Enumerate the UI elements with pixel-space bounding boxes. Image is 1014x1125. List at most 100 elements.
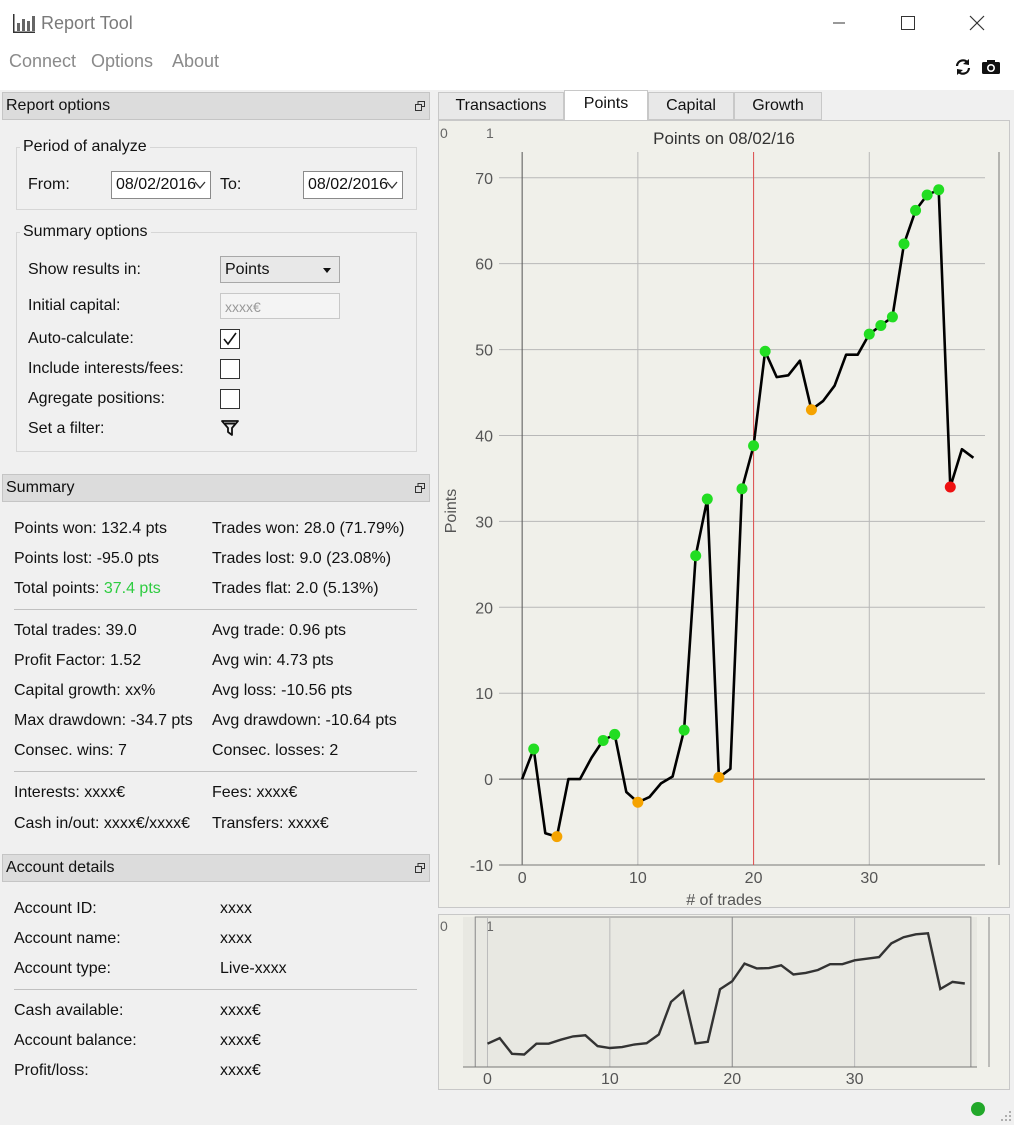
overview-x-tick-label: 0	[483, 1071, 492, 1088]
transfers: Transfers: xxxx€	[212, 815, 329, 832]
account-details-header: Account details	[2, 854, 430, 882]
fees: Fees: xxxx€	[212, 784, 298, 801]
checkmark-icon	[223, 332, 237, 346]
y-tick-label: 70	[475, 171, 493, 188]
cash-available-label: Cash available:	[14, 1002, 124, 1019]
corner-label: 0	[440, 918, 448, 934]
y-tick-label: 30	[475, 514, 493, 531]
include-interests-checkbox[interactable]	[220, 359, 240, 379]
account-type-label: Account type:	[14, 960, 111, 977]
account-id-value: xxxx	[220, 900, 252, 917]
avg-win: Avg win: 4.73 pts	[212, 652, 334, 669]
from-date-value: 08/02/2016	[116, 176, 197, 193]
overview-x-tick-label: 20	[723, 1071, 741, 1088]
overview-x-tick-label: 10	[601, 1071, 619, 1088]
corner-label: 1	[486, 125, 494, 141]
undock-icon[interactable]	[415, 483, 425, 493]
corner-label: 0	[440, 125, 448, 141]
show-results-select[interactable]: Points	[220, 256, 340, 283]
cash-in-out: Cash in/out: xxxx€/xxxx€	[14, 815, 191, 832]
summary-title: Summary	[6, 479, 75, 496]
account-type-value: Live-xxxx	[220, 960, 287, 977]
tab-points[interactable]: Points	[564, 90, 648, 120]
consec-wins: Consec. wins: 7	[14, 742, 127, 759]
divider	[14, 609, 417, 610]
account-name-label: Account name:	[14, 930, 121, 947]
trade-marker-orange	[551, 831, 563, 843]
trades-flat: Trades flat: 2.0 (5.13%)	[212, 580, 379, 597]
trade-marker-orange	[713, 771, 725, 783]
trade-marker-green	[863, 328, 875, 340]
points-lost: Points lost: -95.0 pts	[14, 550, 159, 567]
account-id-label: Account ID:	[14, 900, 97, 917]
include-interests-label: Include interests/fees:	[28, 360, 184, 377]
y-axis-label: Points	[443, 489, 460, 533]
trade-marker-green	[898, 238, 910, 250]
account-balance-value: xxxx€	[220, 1032, 261, 1049]
trade-marker-green	[759, 345, 771, 357]
trade-marker-green	[748, 440, 760, 452]
avg-drawdown: Avg drawdown: -10.64 pts	[212, 712, 397, 729]
points-chart-panel: Points on 08/02/16 0 1 -10 0 10 20 30 40 50 60 70 0 1…	[438, 120, 1010, 909]
refresh-icon[interactable]	[953, 57, 973, 77]
points-chart[interactable]: Points on 08/02/16 0 1 -10 0 10 20 30 40 50 60 70 0 1…	[439, 121, 1009, 909]
trade-marker-green	[886, 311, 898, 323]
avg-trade: Avg trade: 0.96 pts	[212, 622, 347, 639]
tab-transactions[interactable]: Transactions	[438, 92, 564, 120]
tab-capital[interactable]: Capital	[648, 92, 734, 120]
aggregate-positions-checkbox[interactable]	[220, 389, 240, 409]
total-points: Total points: 37.4 pts	[14, 580, 161, 598]
show-results-value: Points	[225, 261, 270, 278]
avg-loss: Avg loss: -10.56 pts	[212, 682, 353, 699]
trade-marker-green	[736, 483, 748, 495]
report-options-title: Report options	[6, 97, 111, 114]
menu-about[interactable]: About	[172, 51, 219, 72]
menu-options[interactable]: Options	[91, 51, 153, 72]
account-balance-label: Account balance:	[14, 1032, 137, 1049]
trades-lost: Trades lost: 9.0 (23.08%)	[212, 550, 392, 567]
overview-x-tick-label: 30	[846, 1071, 864, 1088]
maximize-button[interactable]	[879, 0, 937, 46]
profit-loss-label: Profit/loss:	[14, 1062, 89, 1079]
camera-icon[interactable]	[981, 57, 1001, 77]
report-options-header: Report options	[2, 92, 430, 120]
overview-chart[interactable]: 0 10 10 20 30	[439, 915, 1009, 1089]
profit-factor: Profit Factor: 1.52	[14, 652, 142, 669]
undock-icon[interactable]	[415, 101, 425, 111]
trade-marker-green	[875, 320, 887, 332]
y-tick-label: 60	[475, 257, 493, 274]
auto-calculate-checkbox[interactable]	[220, 329, 240, 349]
from-date-picker[interactable]: 08/02/2016	[111, 171, 211, 199]
y-tick-label: 10	[475, 686, 493, 703]
points-won: Points won: 132.4 pts	[14, 520, 167, 537]
interests: Interests: xxxx€	[14, 784, 126, 801]
funnel-icon[interactable]	[221, 419, 239, 437]
account-name-value: xxxx	[220, 930, 252, 947]
tab-growth[interactable]: Growth	[734, 92, 822, 120]
trade-marker-green	[528, 743, 540, 755]
total-points-label: Total points:	[14, 580, 104, 597]
max-drawdown: Max drawdown: -34.7 pts	[14, 712, 193, 729]
trade-marker-green	[701, 493, 713, 505]
minimize-icon	[833, 22, 845, 24]
y-tick-label: 40	[475, 428, 493, 445]
chevron-down-icon	[194, 181, 206, 190]
divider	[14, 771, 417, 772]
to-date-picker[interactable]: 08/02/2016	[303, 171, 403, 199]
trade-marker-green	[690, 550, 702, 562]
close-button[interactable]	[948, 0, 1006, 46]
initial-capital-input[interactable]: xxxx€	[220, 293, 340, 319]
minimize-button[interactable]	[810, 0, 868, 46]
trade-marker-green	[910, 204, 922, 216]
profit-loss-value: xxxx€	[220, 1062, 261, 1079]
chevron-down-icon	[386, 181, 398, 190]
summary-header: Summary	[2, 474, 430, 502]
y-tick-label: 0	[484, 772, 493, 789]
size-grip-icon[interactable]	[1000, 1110, 1012, 1122]
connection-status-icon	[971, 1102, 985, 1116]
undock-icon[interactable]	[415, 863, 425, 873]
trade-marker-green	[933, 184, 945, 196]
capital-growth: Capital growth: xx%	[14, 682, 156, 699]
trade-marker-orange	[805, 404, 817, 416]
menu-connect[interactable]: Connect	[9, 51, 76, 72]
